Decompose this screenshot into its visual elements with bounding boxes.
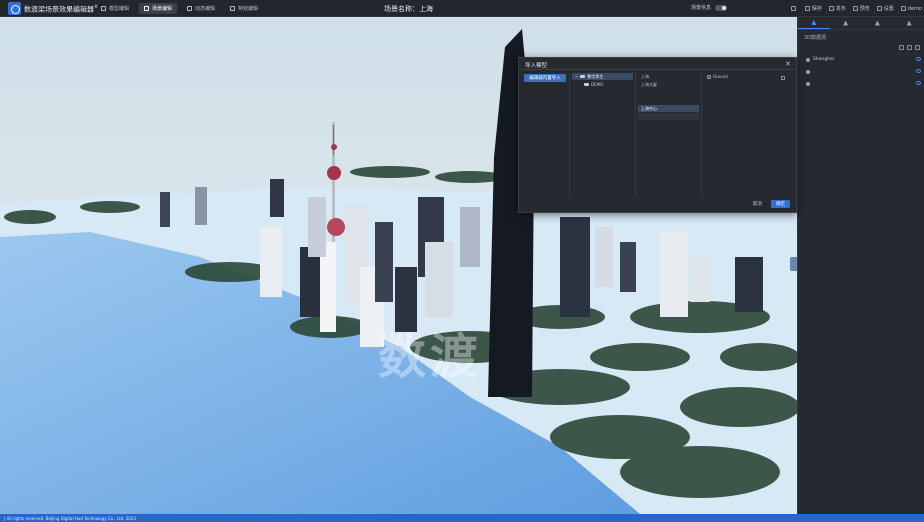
top-bar: 数渡梁场景效果编辑器® 模型编辑 场景编辑 动态编辑 特效编辑 场景名称：上海 … — [0, 0, 924, 17]
scene-info-toggle[interactable] — [715, 4, 728, 11]
location-icon — [843, 20, 849, 26]
copyright-text: | All rights reserved, Beijing Digital H… — [4, 516, 136, 521]
import-model-dialog: 导入模型 ✕ 编辑器内置导入 − 数字孪生 DEMO 上海 上海大厦 上海中心 G… — [518, 57, 797, 213]
mode-tabs: 模型编辑 场景编辑 动态编辑 特效编辑 — [96, 3, 263, 14]
scene-name: 场景名称：上海 — [384, 5, 433, 13]
add-icon[interactable] — [899, 45, 904, 50]
dialog-header: 导入模型 ✕ — [519, 58, 796, 70]
open-button[interactable] — [790, 3, 798, 14]
folder-column: − 数字孪生 DEMO — [569, 72, 635, 196]
list-item[interactable]: Ground — [704, 73, 791, 80]
model-column: 上海 上海大厦 上海中心 — [635, 72, 701, 196]
right-panel: 3D数据源 Shanghai — [797, 17, 924, 514]
tab-location[interactable] — [830, 17, 862, 29]
cancel-button[interactable]: 取消 — [748, 200, 767, 208]
user-menu[interactable]: demo — [900, 3, 922, 14]
builtin-import-button[interactable]: 编辑器内置导入 — [524, 74, 566, 82]
list-item[interactable] — [638, 89, 699, 96]
status-bar: | All rights reserved, Beijing Digital H… — [0, 514, 924, 522]
layer-icon — [806, 57, 810, 62]
model-icon — [101, 6, 106, 11]
right-panel-tabs — [798, 17, 924, 30]
dialog-title: 导入模型 — [525, 63, 548, 69]
collapse-icon: − — [575, 74, 579, 79]
dialog-buttons: 取消 确定 — [748, 200, 790, 208]
panel-collapse-handle[interactable] — [790, 257, 797, 271]
list-item[interactable]: DEMO — [572, 81, 633, 88]
list-item[interactable]: 上海大厦 — [638, 81, 699, 88]
confirm-button[interactable]: 确定 — [771, 200, 790, 208]
tab-scene-edit[interactable]: 场景编辑 — [139, 3, 178, 14]
visibility-eye-icon[interactable] — [916, 81, 921, 85]
layer-icon — [806, 69, 810, 74]
image-icon — [906, 20, 912, 26]
layers-icon — [811, 20, 817, 25]
header-actions: 保存 发布 预览 设置 demo — [790, 3, 922, 14]
import-source-list: 编辑器内置导入 — [524, 74, 566, 82]
layer-column: Ground — [701, 72, 793, 196]
tab-model-edit[interactable]: 模型编辑 — [96, 3, 134, 14]
close-icon[interactable]: ✕ — [785, 60, 791, 68]
scene-icon — [144, 6, 150, 11]
preview-icon — [852, 6, 858, 11]
tree-item[interactable] — [806, 67, 921, 76]
tab-tools[interactable] — [862, 17, 894, 29]
tab-effects-edit[interactable]: 特效编辑 — [225, 3, 263, 14]
settings-icon — [876, 6, 882, 11]
panel-tools — [899, 45, 920, 50]
delete-icon[interactable] — [915, 45, 920, 50]
list-item[interactable]: 上海 — [638, 73, 699, 80]
publish-button[interactable]: 发布 — [828, 3, 846, 14]
layer-icon — [806, 81, 810, 86]
list-item[interactable]: 上海中心 — [638, 105, 699, 112]
panel-title: 3D数据源 — [804, 35, 827, 41]
visibility-eye-icon[interactable] — [916, 69, 921, 73]
publish-icon — [828, 6, 834, 11]
visibility-eye-icon[interactable] — [916, 57, 921, 61]
list-item[interactable] — [638, 97, 699, 104]
folder-icon[interactable] — [907, 45, 912, 50]
effects-icon — [230, 6, 236, 11]
scene-info: 场景信息 — [691, 4, 728, 11]
dynamic-icon — [187, 6, 193, 11]
folder-icon — [584, 83, 589, 86]
open-icon — [790, 6, 796, 11]
save-icon — [804, 6, 810, 11]
list-item[interactable] — [638, 113, 699, 120]
radio-icon[interactable] — [707, 74, 711, 79]
watermark: 数渡 — [378, 329, 483, 385]
checkbox[interactable] — [781, 76, 785, 80]
list-item[interactable]: − 数字孪生 — [572, 73, 633, 80]
tree-item[interactable]: Shanghai — [806, 55, 921, 64]
app-logo-icon — [8, 2, 21, 15]
tab-image[interactable] — [893, 17, 924, 29]
user-icon — [900, 6, 906, 11]
settings-button[interactable]: 设置 — [876, 3, 894, 14]
app-title: 数渡梁场景效果编辑器® — [24, 4, 98, 14]
save-button[interactable]: 保存 — [804, 3, 822, 14]
tab-dynamic-edit[interactable]: 动态编辑 — [182, 3, 220, 14]
tree-item[interactable] — [806, 79, 921, 88]
preview-button[interactable]: 预览 — [852, 3, 870, 14]
tools-icon — [874, 20, 880, 26]
tab-layers[interactable] — [798, 17, 830, 29]
folder-icon — [580, 75, 586, 78]
